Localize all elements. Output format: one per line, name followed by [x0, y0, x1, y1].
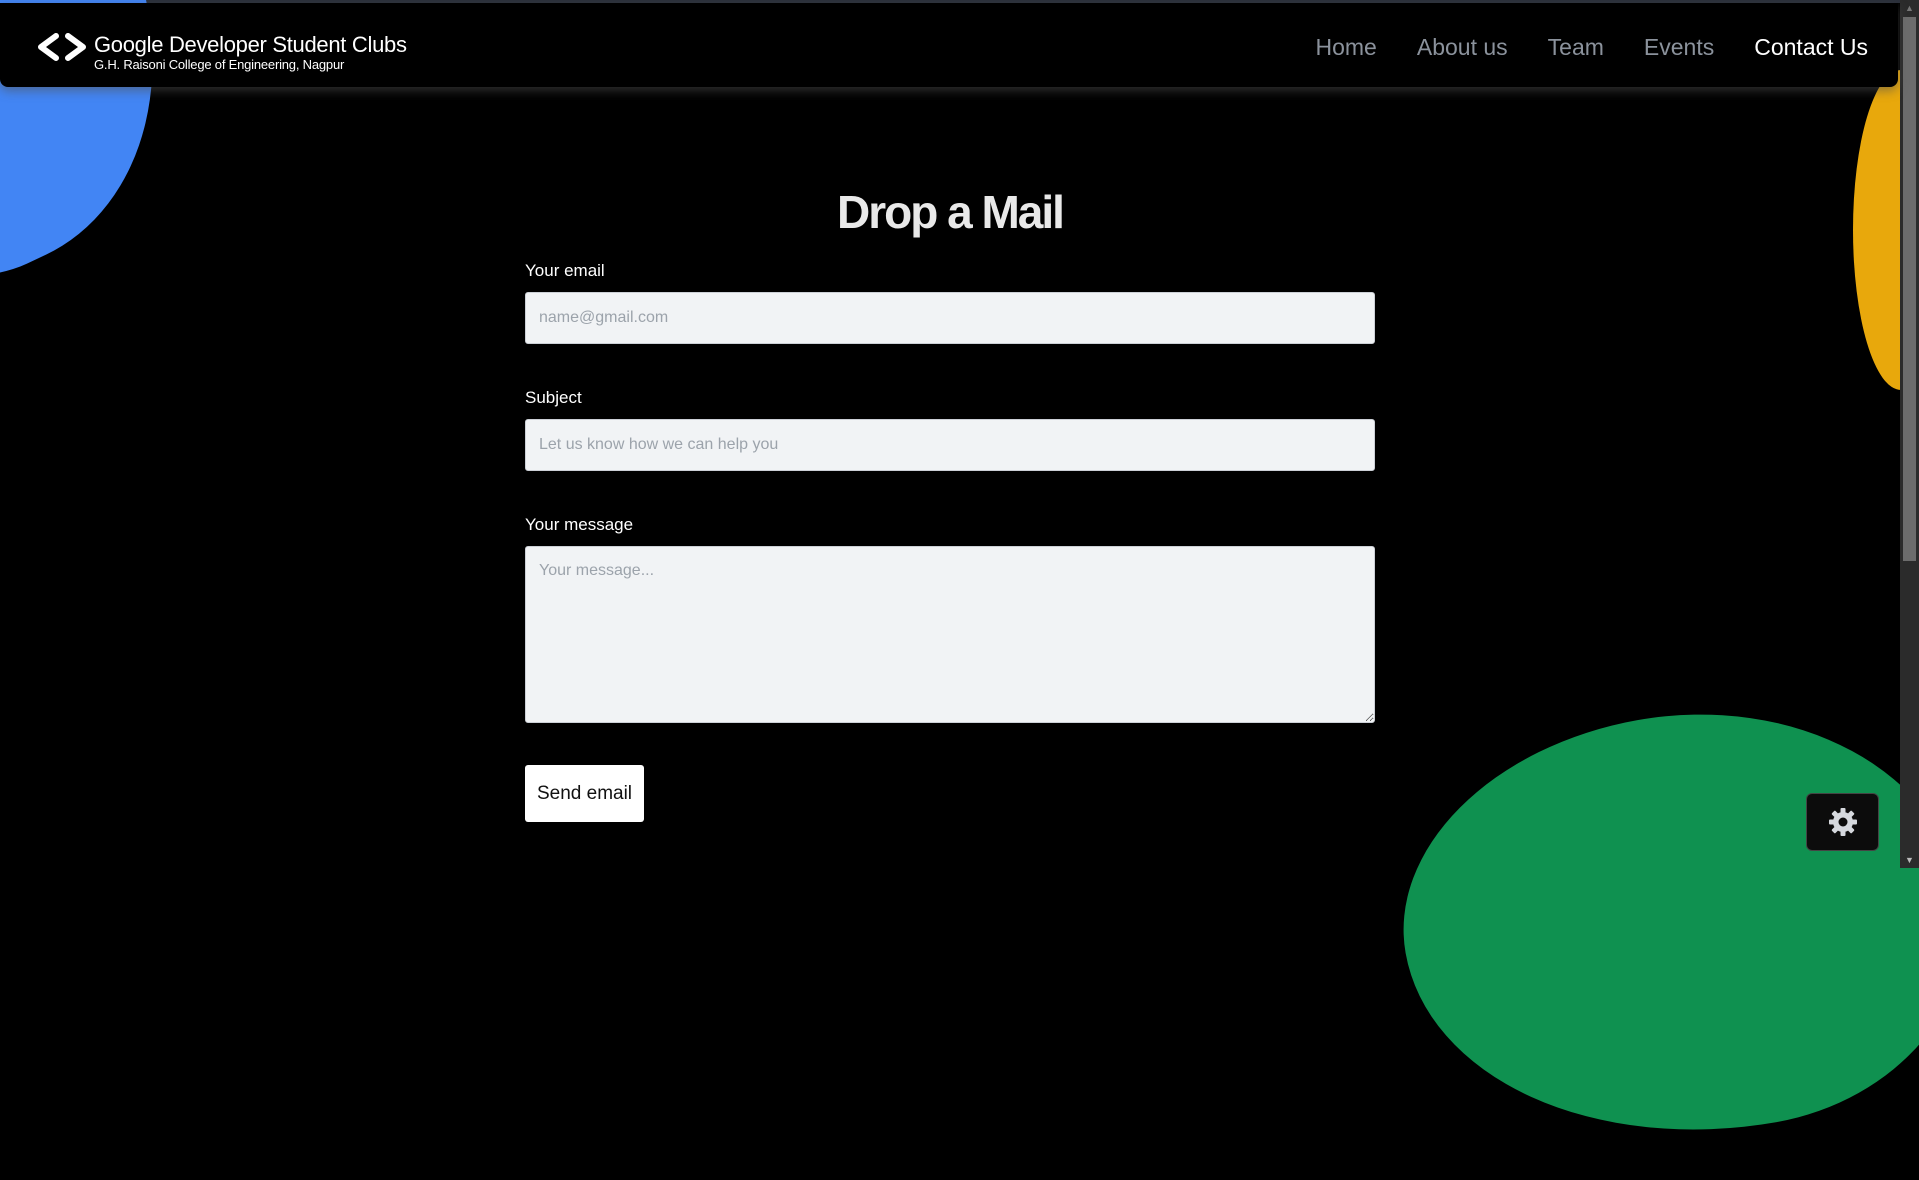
send-email-button[interactable]: Send email	[525, 765, 644, 822]
scroll-up-arrow-icon[interactable]: ▲	[1900, 0, 1919, 16]
brand-logo[interactable]: Google Developer Student Clubs G.H. Rais…	[36, 33, 407, 72]
message-field[interactable]	[525, 546, 1375, 723]
scroll-down-arrow-icon[interactable]: ▼	[1900, 852, 1919, 868]
brand-text: Google Developer Student Clubs G.H. Rais…	[94, 33, 407, 72]
vertical-scrollbar[interactable]: ▲ ▼	[1900, 0, 1919, 868]
nav-contact-us[interactable]: Contact Us	[1754, 33, 1868, 61]
subject-label: Subject	[525, 388, 582, 407]
message-label: Your message	[525, 515, 634, 534]
page-title: Drop a Mail	[837, 186, 1065, 238]
navbar: Google Developer Student Clubs G.H. Rais…	[0, 3, 1898, 87]
subject-field[interactable]	[525, 419, 1375, 471]
nav-home[interactable]: Home	[1316, 33, 1377, 61]
gear-icon	[1828, 808, 1857, 836]
email-field[interactable]	[525, 292, 1375, 344]
email-label: Your email	[525, 261, 605, 280]
nav-events[interactable]: Events	[1644, 33, 1714, 61]
main-nav: Home About us Team Events Contact Us	[1316, 33, 1869, 61]
brand-subtitle: G.H. Raisoni College of Engineering, Nag…	[94, 57, 345, 72]
code-brackets-icon	[38, 33, 86, 61]
theme-toggle-button[interactable]	[1806, 793, 1879, 851]
brand-title: Google Developer Student Clubs	[94, 32, 407, 57]
scrollbar-thumb[interactable]	[1903, 17, 1916, 561]
nav-team[interactable]: Team	[1548, 33, 1604, 61]
nav-about-us[interactable]: About us	[1417, 33, 1508, 61]
decorative-green-blob	[1372, 669, 1919, 1180]
